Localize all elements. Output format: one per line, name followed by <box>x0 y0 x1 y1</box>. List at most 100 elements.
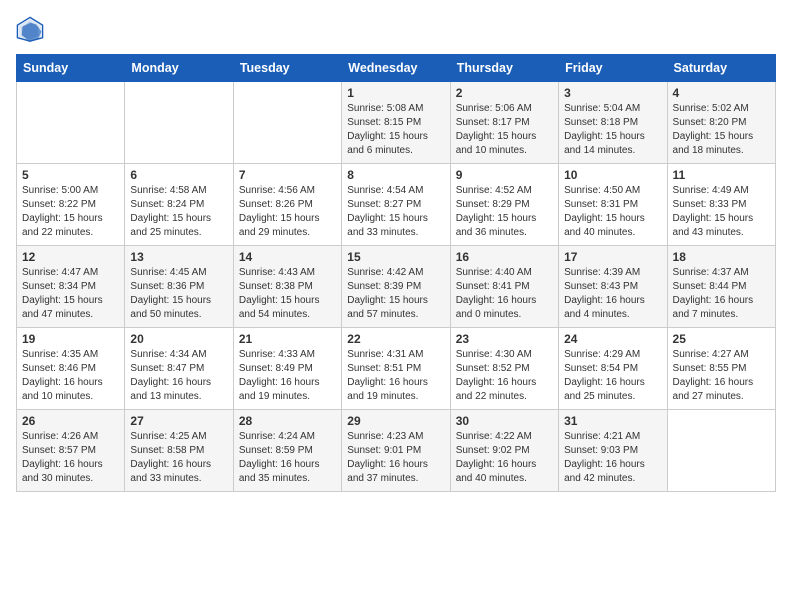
calendar-cell: 1 Sunrise: 5:08 AM Sunset: 8:15 PM Daylig… <box>342 82 450 164</box>
day-header-saturday: Saturday <box>667 55 775 82</box>
calendar-cell <box>125 82 233 164</box>
cell-content: Sunrise: 4:56 AM Sunset: 8:26 PM Dayligh… <box>239 184 336 240</box>
cell-content: Sunrise: 4:43 AM Sunset: 8:38 PM Dayligh… <box>239 266 336 322</box>
cell-content: Sunrise: 4:34 AM Sunset: 8:47 PM Dayligh… <box>130 348 227 404</box>
cell-content: Sunrise: 4:52 AM Sunset: 8:29 PM Dayligh… <box>456 184 553 240</box>
cell-content: Sunrise: 4:40 AM Sunset: 8:41 PM Dayligh… <box>456 266 553 322</box>
cell-content: Sunrise: 4:31 AM Sunset: 8:51 PM Dayligh… <box>347 348 444 404</box>
calendar-cell: 7 Sunrise: 4:56 AM Sunset: 8:26 PM Daylig… <box>233 164 341 246</box>
cell-content: Sunrise: 4:42 AM Sunset: 8:39 PM Dayligh… <box>347 266 444 322</box>
cell-content: Sunrise: 4:24 AM Sunset: 8:59 PM Dayligh… <box>239 430 336 486</box>
day-header-friday: Friday <box>559 55 667 82</box>
calendar-cell: 27 Sunrise: 4:25 AM Sunset: 8:58 PM Dayli… <box>125 410 233 492</box>
calendar-cell: 5 Sunrise: 5:00 AM Sunset: 8:22 PM Daylig… <box>17 164 125 246</box>
day-number: 1 <box>347 86 444 100</box>
cell-content: Sunrise: 4:30 AM Sunset: 8:52 PM Dayligh… <box>456 348 553 404</box>
cell-content: Sunrise: 4:58 AM Sunset: 8:24 PM Dayligh… <box>130 184 227 240</box>
day-header-monday: Monday <box>125 55 233 82</box>
cell-content: Sunrise: 4:39 AM Sunset: 8:43 PM Dayligh… <box>564 266 661 322</box>
calendar-cell <box>17 82 125 164</box>
calendar-cell: 22 Sunrise: 4:31 AM Sunset: 8:51 PM Dayli… <box>342 328 450 410</box>
cell-content: Sunrise: 5:08 AM Sunset: 8:15 PM Dayligh… <box>347 102 444 158</box>
cell-content: Sunrise: 5:02 AM Sunset: 8:20 PM Dayligh… <box>673 102 770 158</box>
day-number: 26 <box>22 414 119 428</box>
day-number: 24 <box>564 332 661 346</box>
calendar-cell: 8 Sunrise: 4:54 AM Sunset: 8:27 PM Daylig… <box>342 164 450 246</box>
calendar-cell: 20 Sunrise: 4:34 AM Sunset: 8:47 PM Dayli… <box>125 328 233 410</box>
cell-content: Sunrise: 4:22 AM Sunset: 9:02 PM Dayligh… <box>456 430 553 486</box>
calendar-cell: 23 Sunrise: 4:30 AM Sunset: 8:52 PM Dayli… <box>450 328 558 410</box>
day-number: 20 <box>130 332 227 346</box>
cell-content: Sunrise: 4:47 AM Sunset: 8:34 PM Dayligh… <box>22 266 119 322</box>
cell-content: Sunrise: 4:37 AM Sunset: 8:44 PM Dayligh… <box>673 266 770 322</box>
day-number: 14 <box>239 250 336 264</box>
cell-content: Sunrise: 4:25 AM Sunset: 8:58 PM Dayligh… <box>130 430 227 486</box>
calendar-cell: 28 Sunrise: 4:24 AM Sunset: 8:59 PM Dayli… <box>233 410 341 492</box>
day-number: 27 <box>130 414 227 428</box>
week-row-3: 12 Sunrise: 4:47 AM Sunset: 8:34 PM Dayli… <box>17 246 776 328</box>
calendar-cell: 19 Sunrise: 4:35 AM Sunset: 8:46 PM Dayli… <box>17 328 125 410</box>
calendar-cell: 3 Sunrise: 5:04 AM Sunset: 8:18 PM Daylig… <box>559 82 667 164</box>
cell-content: Sunrise: 4:29 AM Sunset: 8:54 PM Dayligh… <box>564 348 661 404</box>
page-header <box>16 16 776 44</box>
cell-content: Sunrise: 4:49 AM Sunset: 8:33 PM Dayligh… <box>673 184 770 240</box>
day-number: 30 <box>456 414 553 428</box>
calendar-cell: 4 Sunrise: 5:02 AM Sunset: 8:20 PM Daylig… <box>667 82 775 164</box>
calendar-cell <box>233 82 341 164</box>
cell-content: Sunrise: 4:27 AM Sunset: 8:55 PM Dayligh… <box>673 348 770 404</box>
cell-content: Sunrise: 4:45 AM Sunset: 8:36 PM Dayligh… <box>130 266 227 322</box>
day-number: 22 <box>347 332 444 346</box>
day-number: 18 <box>673 250 770 264</box>
calendar-cell: 11 Sunrise: 4:49 AM Sunset: 8:33 PM Dayli… <box>667 164 775 246</box>
day-number: 23 <box>456 332 553 346</box>
calendar-cell: 9 Sunrise: 4:52 AM Sunset: 8:29 PM Daylig… <box>450 164 558 246</box>
cell-content: Sunrise: 4:50 AM Sunset: 8:31 PM Dayligh… <box>564 184 661 240</box>
logo <box>16 16 48 44</box>
calendar-cell: 2 Sunrise: 5:06 AM Sunset: 8:17 PM Daylig… <box>450 82 558 164</box>
day-number: 2 <box>456 86 553 100</box>
logo-icon <box>16 16 44 44</box>
cell-content: Sunrise: 4:26 AM Sunset: 8:57 PM Dayligh… <box>22 430 119 486</box>
calendar-cell: 25 Sunrise: 4:27 AM Sunset: 8:55 PM Dayli… <box>667 328 775 410</box>
week-row-1: 1 Sunrise: 5:08 AM Sunset: 8:15 PM Daylig… <box>17 82 776 164</box>
cell-content: Sunrise: 4:35 AM Sunset: 8:46 PM Dayligh… <box>22 348 119 404</box>
cell-content: Sunrise: 5:00 AM Sunset: 8:22 PM Dayligh… <box>22 184 119 240</box>
day-number: 25 <box>673 332 770 346</box>
calendar-cell: 13 Sunrise: 4:45 AM Sunset: 8:36 PM Dayli… <box>125 246 233 328</box>
day-number: 8 <box>347 168 444 182</box>
day-number: 5 <box>22 168 119 182</box>
day-number: 13 <box>130 250 227 264</box>
day-number: 3 <box>564 86 661 100</box>
calendar-table: SundayMondayTuesdayWednesdayThursdayFrid… <box>16 54 776 492</box>
day-number: 11 <box>673 168 770 182</box>
day-number: 16 <box>456 250 553 264</box>
cell-content: Sunrise: 4:21 AM Sunset: 9:03 PM Dayligh… <box>564 430 661 486</box>
calendar-cell: 24 Sunrise: 4:29 AM Sunset: 8:54 PM Dayli… <box>559 328 667 410</box>
day-number: 4 <box>673 86 770 100</box>
calendar-cell: 29 Sunrise: 4:23 AM Sunset: 9:01 PM Dayli… <box>342 410 450 492</box>
day-header-thursday: Thursday <box>450 55 558 82</box>
calendar-cell: 6 Sunrise: 4:58 AM Sunset: 8:24 PM Daylig… <box>125 164 233 246</box>
cell-content: Sunrise: 4:23 AM Sunset: 9:01 PM Dayligh… <box>347 430 444 486</box>
cell-content: Sunrise: 4:54 AM Sunset: 8:27 PM Dayligh… <box>347 184 444 240</box>
calendar-cell: 14 Sunrise: 4:43 AM Sunset: 8:38 PM Dayli… <box>233 246 341 328</box>
calendar-cell: 12 Sunrise: 4:47 AM Sunset: 8:34 PM Dayli… <box>17 246 125 328</box>
week-row-5: 26 Sunrise: 4:26 AM Sunset: 8:57 PM Dayli… <box>17 410 776 492</box>
day-number: 9 <box>456 168 553 182</box>
days-header-row: SundayMondayTuesdayWednesdayThursdayFrid… <box>17 55 776 82</box>
cell-content: Sunrise: 5:06 AM Sunset: 8:17 PM Dayligh… <box>456 102 553 158</box>
day-number: 19 <box>22 332 119 346</box>
day-number: 17 <box>564 250 661 264</box>
calendar-cell: 16 Sunrise: 4:40 AM Sunset: 8:41 PM Dayli… <box>450 246 558 328</box>
calendar-cell <box>667 410 775 492</box>
day-number: 12 <box>22 250 119 264</box>
calendar-cell: 26 Sunrise: 4:26 AM Sunset: 8:57 PM Dayli… <box>17 410 125 492</box>
cell-content: Sunrise: 5:04 AM Sunset: 8:18 PM Dayligh… <box>564 102 661 158</box>
day-number: 28 <box>239 414 336 428</box>
calendar-cell: 31Sunrise: 4:21 AM Sunset: 9:03 PM Dayli… <box>559 410 667 492</box>
day-number: 29 <box>347 414 444 428</box>
calendar-cell: 21Sunrise: 4:33 AM Sunset: 8:49 PM Dayli… <box>233 328 341 410</box>
day-number: 7 <box>239 168 336 182</box>
day-number: 6 <box>130 168 227 182</box>
day-header-sunday: Sunday <box>17 55 125 82</box>
